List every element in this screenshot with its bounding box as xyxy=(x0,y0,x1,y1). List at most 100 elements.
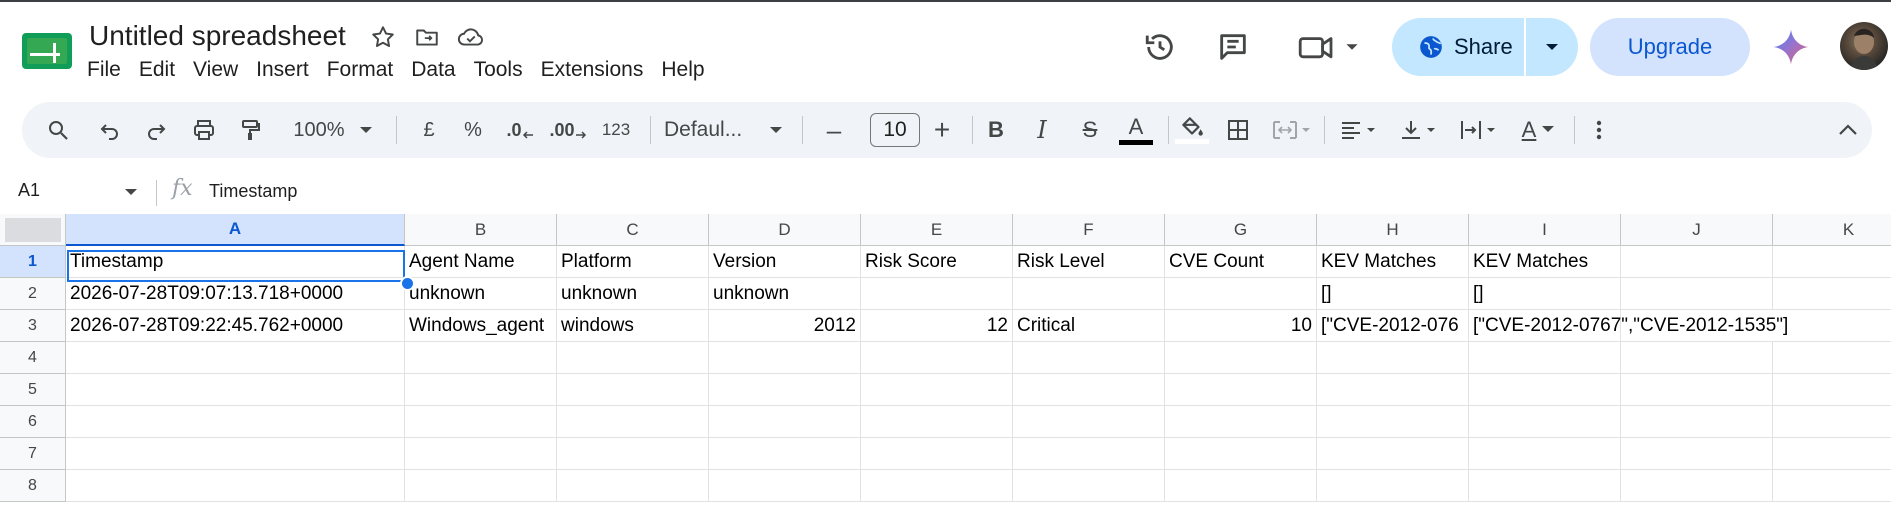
cell-h4[interactable] xyxy=(1317,342,1469,374)
cell-b7[interactable] xyxy=(405,438,557,470)
cell-k6[interactable] xyxy=(1773,406,1891,438)
cell-c4[interactable] xyxy=(557,342,709,374)
italic-button[interactable]: I xyxy=(1022,102,1062,158)
cell-f6[interactable] xyxy=(1013,406,1165,438)
cell-i7[interactable] xyxy=(1469,438,1621,470)
cell-b3[interactable]: Windows_agent xyxy=(405,310,557,342)
menu-file[interactable]: File xyxy=(78,55,130,85)
cell-c7[interactable] xyxy=(557,438,709,470)
cell-g5[interactable] xyxy=(1165,374,1317,406)
cell-d3[interactable]: 2012 xyxy=(709,310,861,342)
cell-b8[interactable] xyxy=(405,470,557,502)
formula-input[interactable]: Timestamp xyxy=(209,181,297,202)
bold-button[interactable]: B xyxy=(976,102,1016,158)
menu-view[interactable]: View xyxy=(184,55,247,85)
column-header-i[interactable]: I xyxy=(1469,214,1621,246)
cell-f1[interactable]: Risk Level xyxy=(1013,246,1165,278)
cell-a5[interactable] xyxy=(66,374,405,406)
cell-b2[interactable]: unknown xyxy=(405,278,557,310)
cell-k4[interactable] xyxy=(1773,342,1891,374)
cell-f3[interactable]: Critical xyxy=(1013,310,1165,342)
cell-k2[interactable] xyxy=(1773,278,1891,310)
column-header-f[interactable]: F xyxy=(1013,214,1165,246)
menu-edit[interactable]: Edit xyxy=(130,55,184,85)
currency-format-button[interactable]: £ xyxy=(414,102,444,158)
zoom-select[interactable]: 100% xyxy=(284,102,354,158)
cell-d4[interactable] xyxy=(709,342,861,374)
column-header-g[interactable]: G xyxy=(1165,214,1317,246)
fill-color-button[interactable] xyxy=(1172,102,1212,158)
font-size-input[interactable]: 10 xyxy=(870,113,920,147)
vertical-align-icon[interactable] xyxy=(1392,102,1446,158)
cell-i2[interactable]: [] xyxy=(1469,278,1621,310)
horizontal-align-icon[interactable] xyxy=(1332,102,1386,158)
decrease-font-size-button[interactable]: – xyxy=(814,102,854,158)
cell-k7[interactable] xyxy=(1773,438,1891,470)
cell-h1[interactable]: KEV Matches xyxy=(1317,246,1469,278)
move-folder-icon[interactable] xyxy=(410,22,444,52)
search-menus-icon[interactable] xyxy=(40,102,76,158)
cell-j5[interactable] xyxy=(1621,374,1773,406)
font-caret-icon[interactable] xyxy=(764,102,788,158)
cell-b1[interactable]: Agent Name xyxy=(405,246,557,278)
increase-decimal-button[interactable]: .00 xyxy=(546,102,590,158)
user-avatar[interactable] xyxy=(1840,22,1888,70)
cell-b4[interactable] xyxy=(405,342,557,374)
cell-c8[interactable] xyxy=(557,470,709,502)
menu-tools[interactable]: Tools xyxy=(465,55,532,85)
cell-f2[interactable] xyxy=(1013,278,1165,310)
cell-g7[interactable] xyxy=(1165,438,1317,470)
column-header-b[interactable]: B xyxy=(405,214,557,246)
cell-f4[interactable] xyxy=(1013,342,1165,374)
undo-icon[interactable] xyxy=(92,102,128,158)
cell-g2[interactable] xyxy=(1165,278,1317,310)
row-header-2[interactable]: 2 xyxy=(0,278,66,310)
cell-a3[interactable]: 2026-07-28T09:22:45.762+0000 xyxy=(66,310,405,342)
column-header-c[interactable]: C xyxy=(557,214,709,246)
meet-camera-icon[interactable] xyxy=(1296,27,1366,67)
cell-e2[interactable] xyxy=(861,278,1013,310)
row-header-6[interactable]: 6 xyxy=(0,406,66,438)
select-all-corner[interactable] xyxy=(0,214,66,246)
cell-d5[interactable] xyxy=(709,374,861,406)
cell-k8[interactable] xyxy=(1773,470,1891,502)
menu-insert[interactable]: Insert xyxy=(247,55,318,85)
column-header-h[interactable]: H xyxy=(1317,214,1469,246)
cell-e4[interactable] xyxy=(861,342,1013,374)
cell-a2[interactable]: 2026-07-28T09:07:13.718+0000 xyxy=(66,278,405,310)
row-header-7[interactable]: 7 xyxy=(0,438,66,470)
gemini-sparkle-icon[interactable] xyxy=(1772,28,1810,66)
text-color-button[interactable]: A xyxy=(1116,102,1156,158)
cell-g8[interactable] xyxy=(1165,470,1317,502)
menu-format[interactable]: Format xyxy=(318,55,403,85)
cell-e1[interactable]: Risk Score xyxy=(861,246,1013,278)
cell-i4[interactable] xyxy=(1469,342,1621,374)
column-header-a[interactable]: A xyxy=(66,214,405,246)
column-header-k[interactable]: K xyxy=(1773,214,1891,246)
cell-k1[interactable] xyxy=(1773,246,1891,278)
cell-h6[interactable] xyxy=(1317,406,1469,438)
paint-format-icon[interactable] xyxy=(232,102,268,158)
cell-i8[interactable] xyxy=(1469,470,1621,502)
cell-a1[interactable]: Timestamp xyxy=(66,246,405,278)
column-header-e[interactable]: E xyxy=(861,214,1013,246)
cell-a4[interactable] xyxy=(66,342,405,374)
cell-b6[interactable] xyxy=(405,406,557,438)
cell-j8[interactable] xyxy=(1621,470,1773,502)
more-formats-button[interactable]: 123 xyxy=(596,102,636,158)
cell-g1[interactable]: CVE Count xyxy=(1165,246,1317,278)
decrease-decimal-button[interactable]: .0 xyxy=(500,102,540,158)
cell-d1[interactable]: Version xyxy=(709,246,861,278)
cell-j1[interactable] xyxy=(1621,246,1773,278)
cell-e8[interactable] xyxy=(861,470,1013,502)
cell-a7[interactable] xyxy=(66,438,405,470)
share-button[interactable]: Share xyxy=(1392,18,1578,76)
cell-f7[interactable] xyxy=(1013,438,1165,470)
cell-f8[interactable] xyxy=(1013,470,1165,502)
row-header-8[interactable]: 8 xyxy=(0,470,66,502)
collapse-toolbar-icon[interactable] xyxy=(1830,102,1866,158)
row-header-4[interactable]: 4 xyxy=(0,342,66,374)
cell-d6[interactable] xyxy=(709,406,861,438)
cell-h7[interactable] xyxy=(1317,438,1469,470)
cell-h8[interactable] xyxy=(1317,470,1469,502)
